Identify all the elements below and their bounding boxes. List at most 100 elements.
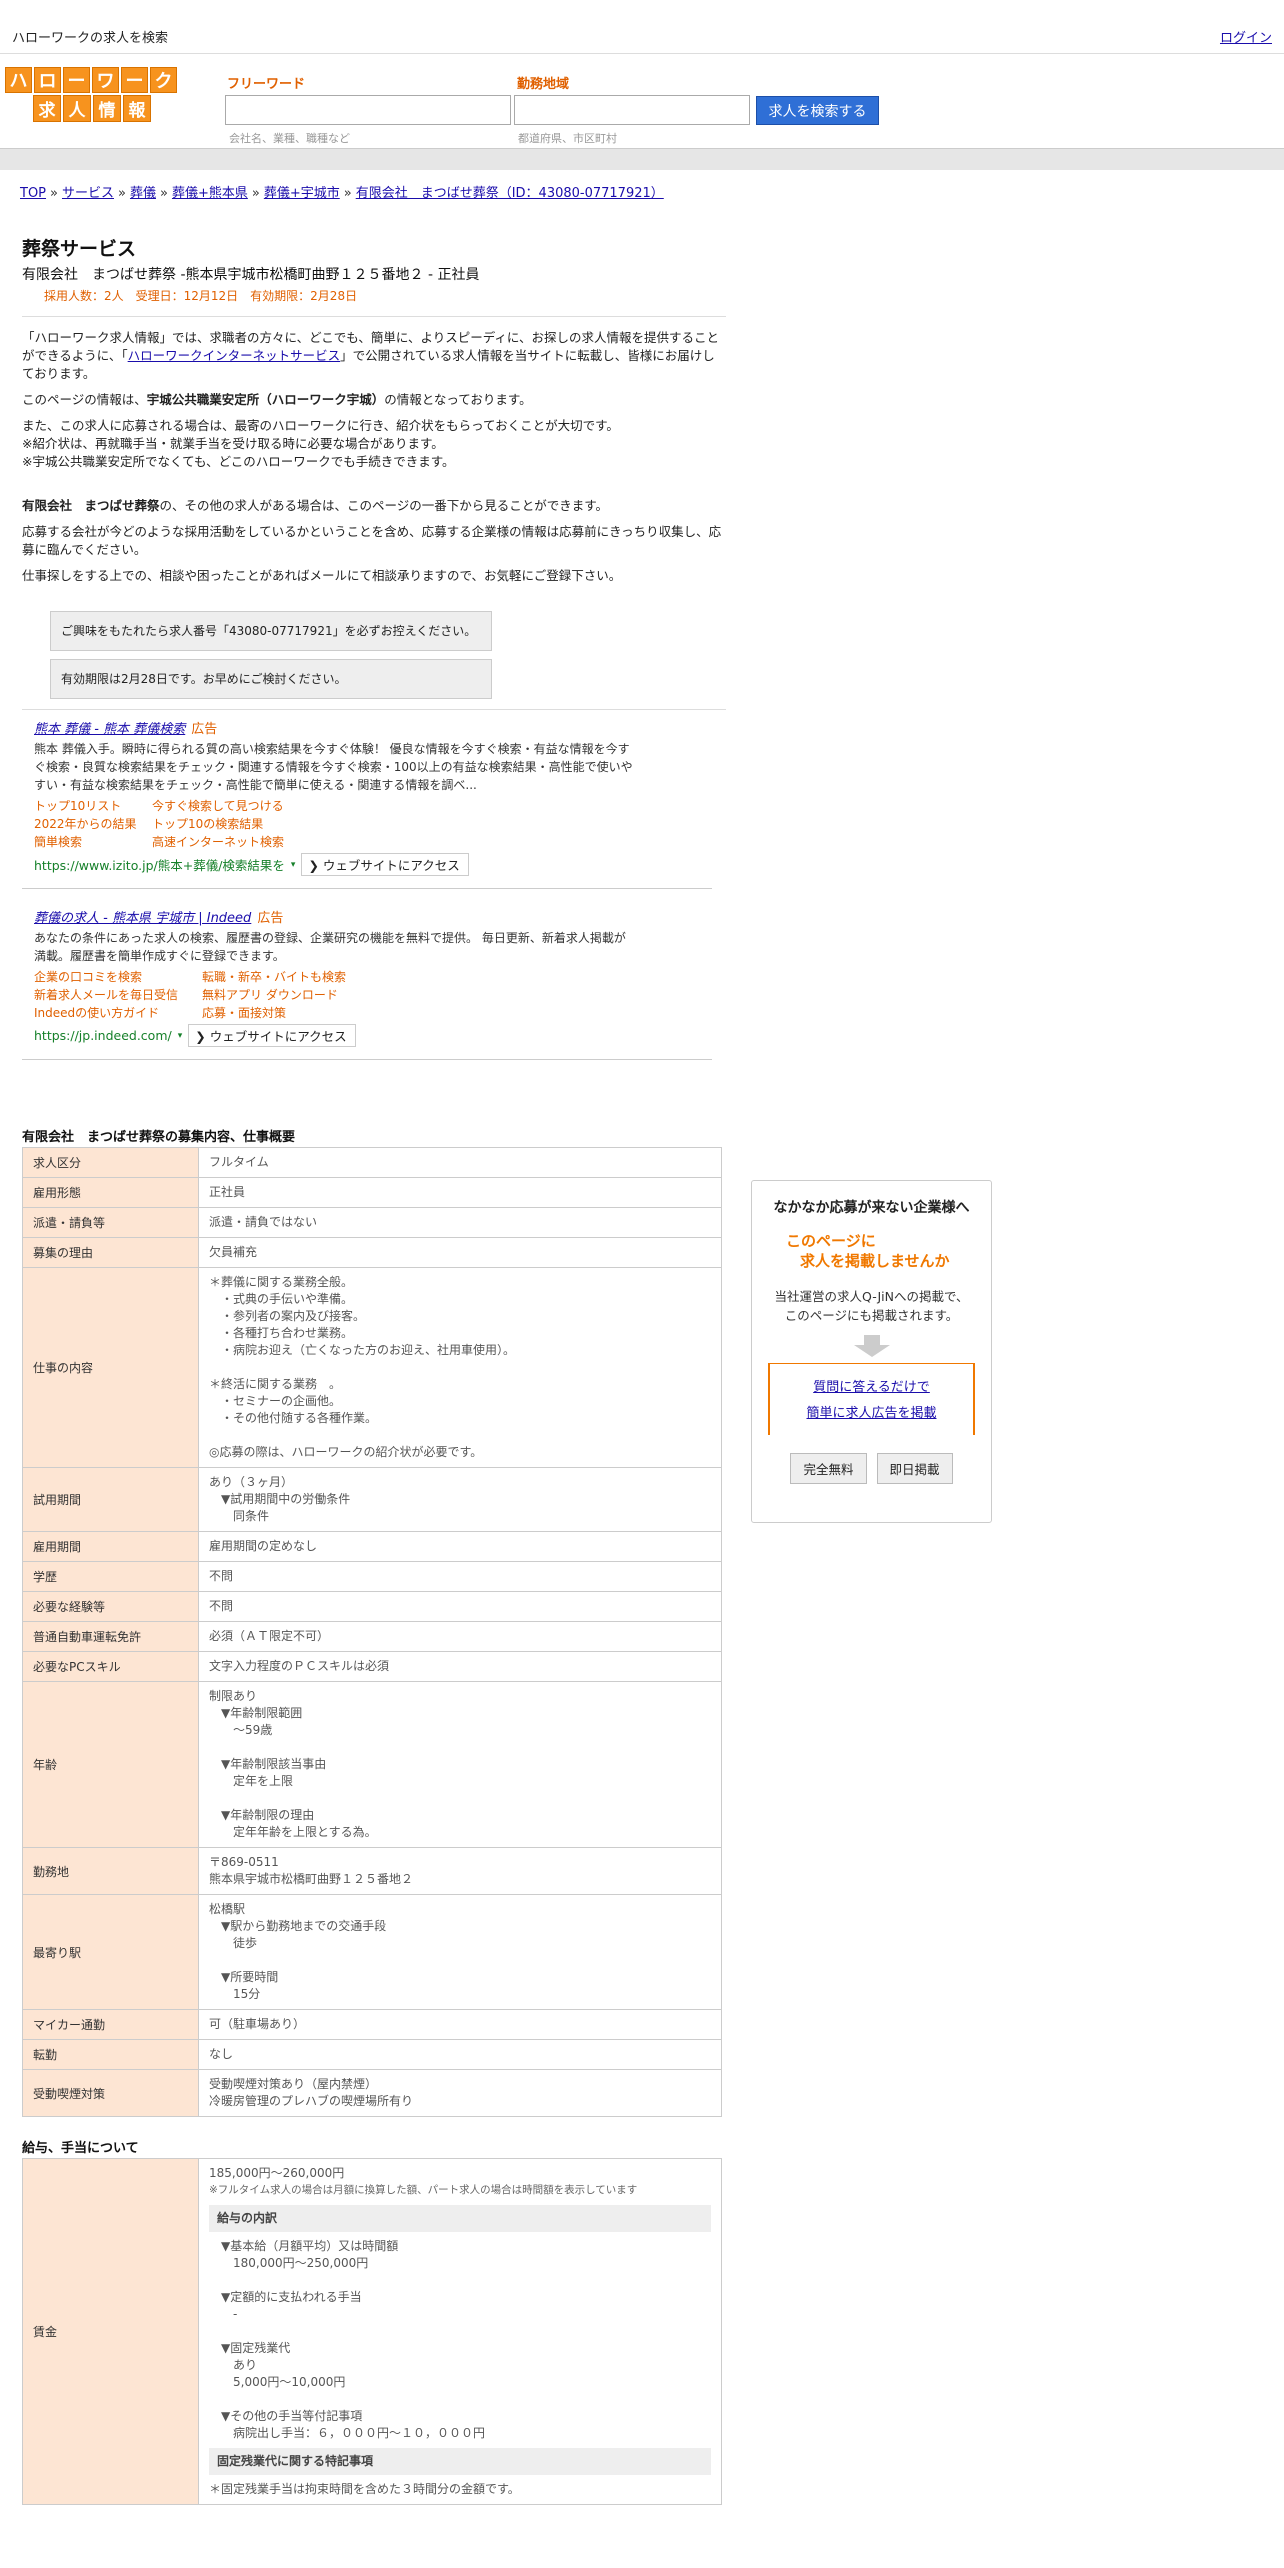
ad-sitelink[interactable]: Indeedの使い方ガイド [34,1004,202,1021]
table-row: 必要なPCスキル 文字入力程度のＰＣスキルは必須 [22,1651,722,1682]
logo-char: 求 [33,95,61,122]
row-label: 募集の理由 [22,1237,199,1268]
ad-sitelink[interactable]: 今すぐ検索して見つける [152,797,352,814]
caret-down-icon[interactable]: ▾ [178,1031,183,1041]
salary-section-title: 給与、手当について [22,2141,139,2156]
table-row: 募集の理由 欠員補充 [22,1237,722,1268]
ad-sitelink[interactable]: 転職・新卒・バイトも検索 [202,968,402,985]
row-label: 賃金 [22,2158,199,2505]
row-label: 年齢 [22,1681,199,1848]
row-label: 求人区分 [22,1147,199,1178]
row-value: 受動喫煙対策あり（屋内禁煙） 冷暖房管理のプレハブの喫煙場所有り [198,2069,722,2117]
breadcrumb-company[interactable]: 有限会社 まつばせ葬祭（ID：43080-07717921） [356,186,664,201]
row-label: 派遣・請負等 [22,1207,199,1238]
side-promo-box: なかなか応募が来ない企業様へ このページに 求人を掲載しませんか 当社運営の求人… [751,1180,992,1523]
intro-paragraph-3: また、この求人に応募される場合は、最寄のハローワークに行き、紹介状をもらっておく… [22,418,619,469]
table-row: 賃金 185,000円〜260,000円 ※フルタイム求人の場合は月額に換算した… [22,2158,722,2505]
main-content: 葬祭サービス 有限会社 まつばせ葬祭 -熊本県宇城市松橋町曲野１２５番地２ - … [22,234,726,2505]
table-row: 必要な経験等 不問 [22,1591,722,1622]
site-title: ハローワークの求人を検索 [12,31,169,46]
table-row: 勤務地 〒869-0511 熊本県宇城市松橋町曲野１２５番地２ [22,1847,722,1895]
divider [22,316,726,317]
arrow-down-icon [863,1335,880,1345]
logo-char: 情 [93,95,121,122]
table-row: 雇用形態 正社員 [22,1177,722,1208]
row-value: ＊葬儀に関する業務全般。 ・式典の手伝いや準備。 ・参列者の案内及び接客。 ・各… [198,1267,722,1468]
ad-sitelink[interactable]: 応募・面接対策 [202,1004,402,1021]
ad-sitelink[interactable]: 高速インターネット検索 [152,833,352,850]
hellowork-logo[interactable]: ハローワーク 求人情報 [5,67,180,124]
ad-title-link[interactable]: 葬儀の求人 - 熊本県 宇城市 | Indeed [34,911,251,926]
breadcrumb-funeral-uki[interactable]: 葬儀+宇城市 [264,186,340,201]
divider [22,709,726,710]
row-label: 学歴 [22,1561,199,1592]
ad-url[interactable]: https://www.izito.jp/熊本+葬儀/検索結果を [34,855,285,874]
ad-label: 広告 [191,722,218,737]
ad-sitelink[interactable]: トップ10の検索結果 [152,815,352,832]
logo-char: ロ [34,67,61,93]
ad-sitelink[interactable]: 簡単検索 [34,833,152,850]
visit-website-button[interactable]: ❯ ウェブサイトにアクセス [301,853,469,876]
row-label: 試用期間 [22,1467,199,1532]
ad-url[interactable]: https://jp.indeed.com/ [34,1028,172,1043]
ad-sitelink[interactable]: 無料アプリ ダウンロード [202,986,402,1003]
row-value: 必須（ＡＴ限定不可） [198,1621,722,1652]
row-value: 〒869-0511 熊本県宇城市松橋町曲野１２５番地２ [198,1847,722,1895]
ad-sitelink[interactable]: トップ10リスト [34,797,152,814]
intro-paragraph-5: 応募する会社が今どのような採用活動をしているかということを含め、応募する企業様の… [22,524,722,557]
cta-link-questions[interactable]: 質問に答えるだけで [770,1375,973,1401]
table-row: 派遣・請負等 派遣・請負ではない [22,1207,722,1238]
logo-char: ー [63,67,90,93]
row-label: 受動喫煙対策 [22,2069,199,2117]
logo-char: ー [121,67,148,93]
area-label: 勤務地域 [517,77,570,92]
free-word-input[interactable] [225,95,511,125]
header-divider-bar [0,148,1284,170]
free-word-label: フリーワード [227,77,306,92]
row-value: 派遣・請負ではない [198,1207,722,1238]
row-label: 普通自動車運転免許 [22,1621,199,1652]
logo-char: 報 [123,95,151,122]
breadcrumb-service[interactable]: サービス [62,186,114,201]
ad-sitelink[interactable]: 2022年からの結果 [34,815,152,832]
breadcrumb-top[interactable]: TOP [20,186,46,201]
ad-sitelink[interactable]: 新着求人メールを毎日受信 [34,986,202,1003]
breadcrumb-funeral-kumamoto[interactable]: 葬儀+熊本県 [172,186,248,201]
notice-job-number: ご興味をもたれたら求人番号「43080-07717921」を必ずお控えください。 [50,611,492,651]
row-value: 不問 [198,1591,722,1622]
login-link[interactable]: ログイン [1220,27,1272,46]
ad-title-link[interactable]: 熊本 葬儀 - 熊本 葬儀検索 [34,722,185,737]
salary-table: 賃金 185,000円〜260,000円 ※フルタイム求人の場合は月額に換算した… [22,2158,722,2505]
row-label: 雇用期間 [22,1531,199,1562]
table-row: 普通自動車運転免許 必須（ＡＴ限定不可） [22,1621,722,1652]
salary-breakdown-title: 給与の内訳 [209,2205,711,2232]
page-title: 葬祭サービス [22,238,137,260]
side-description: 当社運営の求人Q-JiNへの掲載で、 このページにも掲載されます。 [774,1289,969,1323]
hellowork-internet-link[interactable]: ハローワークインターネットサービス [128,348,341,363]
logo-char: ク [150,67,177,93]
table-row: 転勤 なし [22,2039,722,2070]
salary-range: 185,000円〜260,000円 [209,2166,345,2180]
caret-down-icon[interactable]: ▾ [291,860,296,870]
intro-paragraph-1: 「ハローワーク求人情報」では、求職者の方々に、どこでも、簡単に、よりスピーディに… [22,330,720,381]
arrow-down-icon [853,1345,890,1357]
free-word-hint: 会社名、業種、職種など [229,132,350,145]
row-value: 松橋駅 ▼駅から勤務地までの交通手段 徒歩 ▼所要時間 15分 [198,1894,722,2010]
ad-description: あなたの条件にあった求人の検索、履歴書の登録、企業研究の機能を無料で提供。 毎日… [34,931,626,963]
breadcrumb-funeral[interactable]: 葬儀 [130,186,156,201]
ad-label: 広告 [257,911,284,926]
badge-same-day: 即日掲載 [876,1453,953,1484]
intro-paragraph-4: 有限会社 まつばせ葬祭の、その他の求人がある場合は、このページの一番下から見るこ… [22,498,609,513]
search-button[interactable]: 求人を検索する [756,96,879,125]
table-row: 学歴 不問 [22,1561,722,1592]
row-value: 不問 [198,1561,722,1592]
ad-block: 葬儀の求人 - 熊本県 宇城市 | Indeed 広告 あなたの条件にあった求人の… [22,903,712,1060]
table-row: 求人区分 フルタイム [22,1147,722,1178]
cta-link-post-ad[interactable]: 簡単に求人広告を掲載 [770,1401,973,1427]
ad-sitelink[interactable]: 企業の口コミを検索 [34,968,202,985]
table-row: 年齢 制限あり ▼年齢制限範囲 〜59歳 ▼年齢制限該当事由 定年を上限 ▼年齢制… [22,1681,722,1848]
area-input[interactable] [514,95,750,125]
row-label: 仕事の内容 [22,1267,199,1468]
table-row: マイカー通勤 可（駐車場あり） [22,2009,722,2040]
visit-website-button[interactable]: ❯ ウェブサイトにアクセス [188,1024,356,1047]
